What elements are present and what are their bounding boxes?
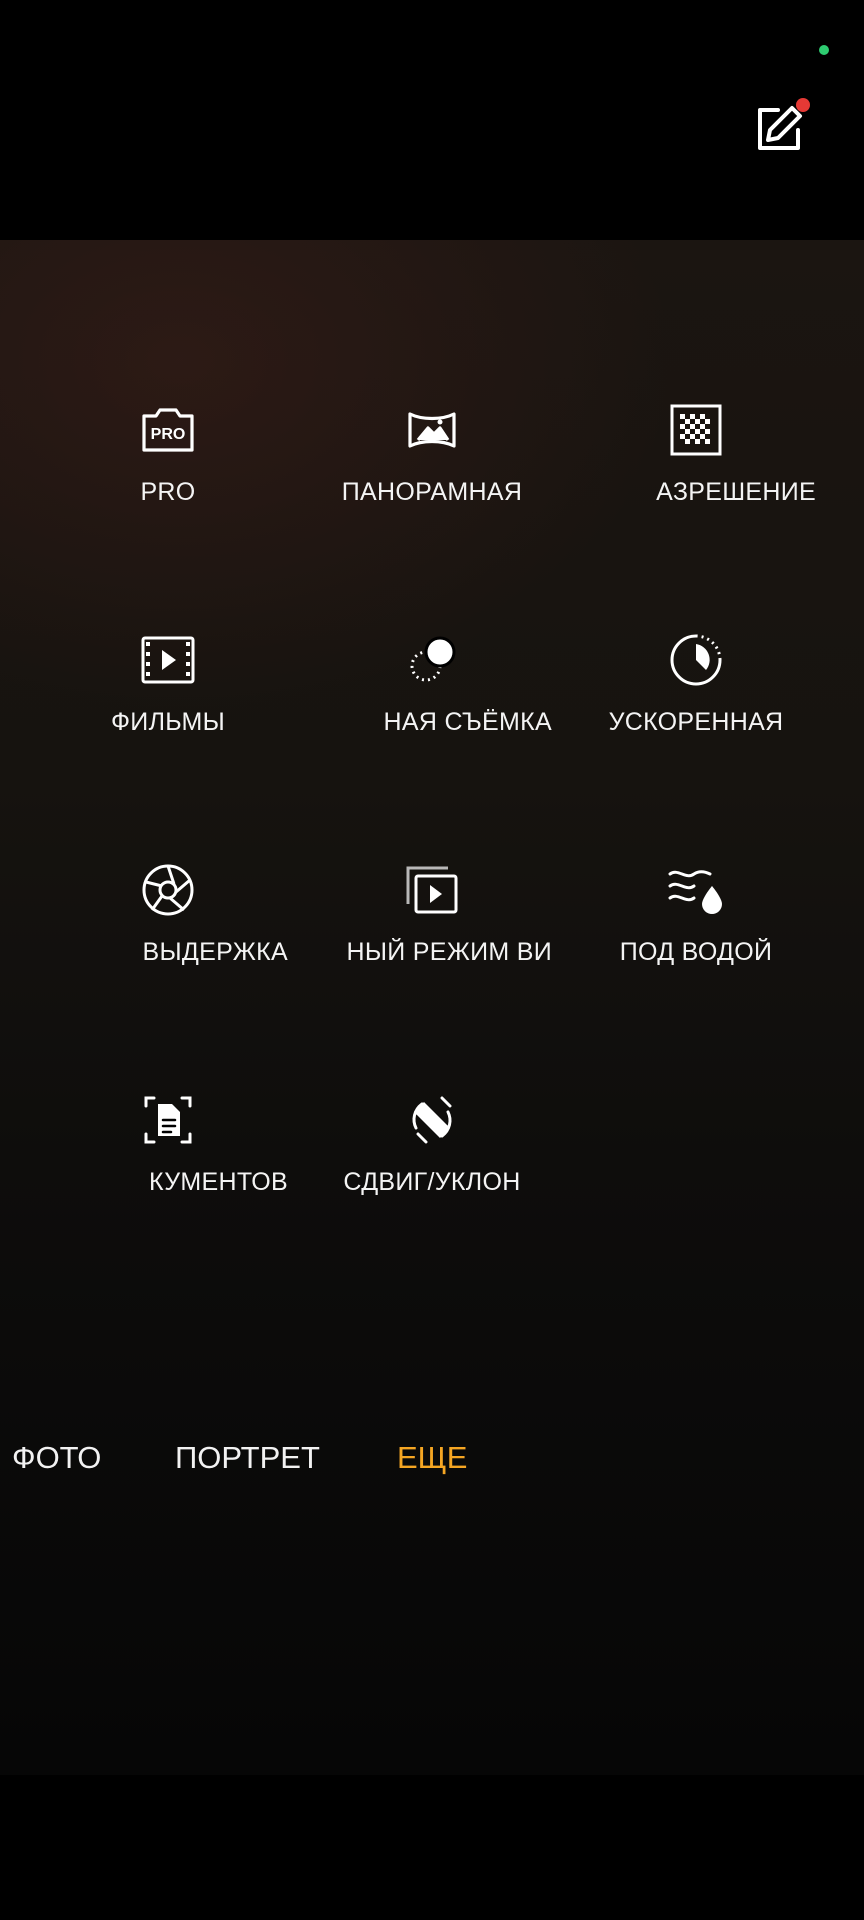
document-scan-icon <box>138 1090 198 1150</box>
panorama-icon <box>402 400 462 460</box>
high-resolution-icon <box>666 400 726 460</box>
pro-camera-icon: PRO <box>138 400 198 460</box>
mode-label: КУМЕНТОВ <box>149 1168 288 1196</box>
mode-tile-tilt-shift[interactable]: СДВИГ/УКЛОН <box>288 1090 576 1240</box>
edit-modes-button[interactable] <box>748 98 810 160</box>
mode-tile-video-mode[interactable]: НЫЙ РЕЖИМ ВИ <box>288 860 576 1010</box>
mode-tile-panorama[interactable]: ПАНОРАМНАЯ <box>288 400 576 550</box>
mode-tile-dual-capture[interactable]: НАЯ СЪЁМКА <box>288 630 576 780</box>
camera-mode-bar: ФОТО ПОРТРЕТ ЕЩЕ <box>0 1440 864 1490</box>
video-mode-icon <box>402 860 462 920</box>
mode-tab-photo[interactable]: ФОТО <box>12 1440 101 1476</box>
timelapse-icon <box>666 630 726 690</box>
mode-label: ПАНОРАМНАЯ <box>341 478 523 506</box>
mode-tab-portrait[interactable]: ПОРТРЕТ <box>175 1440 320 1476</box>
mode-tile-pro[interactable]: PRO PRO <box>24 400 312 550</box>
privacy-indicator-dot <box>819 45 829 55</box>
bottom-strip <box>0 1775 864 1920</box>
svg-text:PRO: PRO <box>151 426 186 443</box>
mode-tile-film[interactable]: ФИЛЬМЫ <box>24 630 312 780</box>
mode-label: PRO <box>140 478 196 506</box>
mode-tile-document[interactable]: КУМЕНТОВ <box>24 1090 312 1240</box>
top-bar <box>0 0 864 240</box>
mode-label: ВЫДЕРЖКА <box>142 938 288 966</box>
shutter-aperture-icon <box>138 860 198 920</box>
underwater-icon <box>666 860 726 920</box>
mode-label: УСКОРЕННАЯ <box>608 708 784 736</box>
mode-tile-timelapse[interactable]: УСКОРЕННАЯ <box>552 630 840 780</box>
mode-label: НАЯ СЪЁМКА <box>383 708 552 736</box>
notification-badge <box>796 98 810 112</box>
mode-tile-shutter[interactable]: ВЫДЕРЖКА <box>24 860 312 1010</box>
film-icon <box>138 630 198 690</box>
mode-tab-more[interactable]: ЕЩЕ <box>397 1440 467 1476</box>
mode-tile-underwater[interactable]: ПОД ВОДОЙ <box>552 860 840 1010</box>
dual-capture-icon <box>402 630 462 690</box>
tilt-shift-icon <box>402 1090 462 1150</box>
mode-label: ПОД ВОДОЙ <box>619 938 773 966</box>
mode-label: АЗРЕШЕНИЕ <box>656 478 816 506</box>
mode-label: НЫЙ РЕЖИМ ВИ <box>346 938 552 966</box>
mode-label: СДВИГ/УКЛОН <box>343 1168 521 1196</box>
mode-tile-high-resolution[interactable]: АЗРЕШЕНИЕ <box>552 400 840 550</box>
mode-label: ФИЛЬМЫ <box>111 708 225 736</box>
